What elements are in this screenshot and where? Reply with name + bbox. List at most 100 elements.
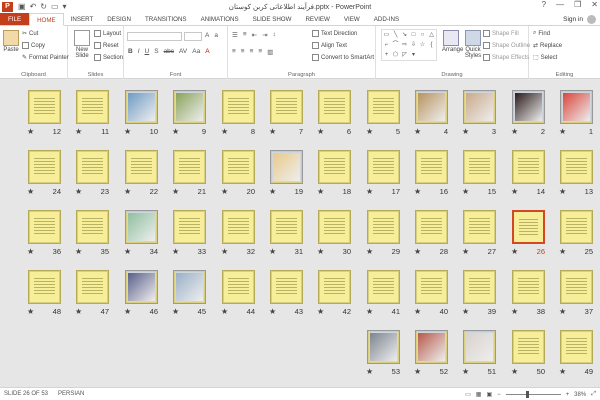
animation-star-icon[interactable]: ★ <box>511 367 518 376</box>
slide-thumbnail[interactable] <box>512 210 545 244</box>
animation-star-icon[interactable]: ★ <box>511 187 518 196</box>
animation-star-icon[interactable]: ★ <box>559 367 566 376</box>
slide-thumbnail[interactable] <box>76 210 109 244</box>
select-button[interactable]: ⬚ Select <box>533 54 557 62</box>
animation-star-icon[interactable]: ★ <box>269 307 276 316</box>
align-right-icon[interactable]: ≡ <box>250 48 254 56</box>
slide-thumbnail[interactable] <box>173 270 206 304</box>
justify-icon[interactable]: ≡ <box>258 48 262 56</box>
shape-rect-icon[interactable]: ▭ <box>382 30 391 40</box>
animation-star-icon[interactable]: ★ <box>462 307 469 316</box>
char-spacing-icon[interactable]: AV <box>179 48 187 55</box>
animation-star-icon[interactable]: ★ <box>221 187 228 196</box>
animation-star-icon[interactable]: ★ <box>414 247 421 256</box>
bullets-icon[interactable]: ☰ <box>232 31 238 39</box>
animation-star-icon[interactable]: ★ <box>559 307 566 316</box>
slide-thumbnail[interactable] <box>367 150 400 184</box>
tab-file[interactable]: FILE <box>0 13 30 25</box>
slide-thumbnail[interactable] <box>415 330 448 364</box>
quick-styles-button[interactable]: Quick Styles <box>463 30 483 59</box>
animation-star-icon[interactable]: ★ <box>317 307 324 316</box>
slide-thumbnail[interactable] <box>463 270 496 304</box>
help-button[interactable]: ? <box>542 0 546 9</box>
slide-thumbnail[interactable] <box>415 210 448 244</box>
tab-insert[interactable]: INSERT <box>64 13 101 25</box>
tab-design[interactable]: DESIGN <box>100 13 138 25</box>
shape-outline-button[interactable]: Shape Outline <box>483 42 530 49</box>
tab-view[interactable]: VIEW <box>337 13 367 25</box>
animation-star-icon[interactable]: ★ <box>366 307 373 316</box>
format-painter-button[interactable]: ✎ Format Painter <box>22 54 69 62</box>
slide-sorter[interactable]: ★ 1 ★ 2 ★ 3 ★ 4 ★ 5 ★ 6 ★ 7 ★ 8 ★ 9 ★ 10 ★ 11 ★ 12 ★ 13 ★ 14 ★ 15 ★ 16 ★… <box>0 80 600 387</box>
animation-star-icon[interactable]: ★ <box>75 247 82 256</box>
font-name-input[interactable] <box>127 32 182 41</box>
slide-thumbnail[interactable] <box>76 270 109 304</box>
animation-star-icon[interactable]: ★ <box>75 307 82 316</box>
shape-pentagon-icon[interactable]: ⬠ <box>391 50 400 60</box>
reset-button[interactable]: Reset <box>94 42 119 49</box>
animation-star-icon[interactable]: ★ <box>27 127 34 136</box>
slide-thumbnail[interactable] <box>76 150 109 184</box>
animation-star-icon[interactable]: ★ <box>124 247 131 256</box>
redo-icon[interactable]: ↻ <box>40 2 47 11</box>
animation-star-icon[interactable]: ★ <box>366 187 373 196</box>
slide-thumbnail[interactable] <box>560 90 593 124</box>
tab-transitions[interactable]: TRANSITIONS <box>138 13 194 25</box>
slide-thumbnail[interactable] <box>415 150 448 184</box>
layout-button[interactable]: Layout <box>94 30 121 37</box>
slide-thumbnail[interactable] <box>125 270 158 304</box>
shape-line-icon[interactable]: ╲ <box>391 30 400 40</box>
slide-thumbnail[interactable] <box>318 210 351 244</box>
slide-thumbnail[interactable] <box>415 90 448 124</box>
slide-thumbnail[interactable] <box>222 210 255 244</box>
tab-home[interactable]: HOME <box>29 13 64 26</box>
shape-callout-icon[interactable]: ◸ <box>400 50 409 60</box>
sign-in[interactable]: Sign in <box>563 13 596 26</box>
columns-icon[interactable]: ▥ <box>267 48 273 56</box>
animation-star-icon[interactable]: ★ <box>124 127 131 136</box>
underline-icon[interactable]: U <box>145 48 150 55</box>
grow-font-icon[interactable]: A <box>205 32 209 39</box>
zoom-level[interactable]: 38% <box>574 392 586 398</box>
find-button[interactable]: ⌕ Find <box>533 30 550 37</box>
shape-right-arrow-icon[interactable]: ⇨ <box>400 40 409 50</box>
slide-thumbnail[interactable] <box>173 150 206 184</box>
slide-thumbnail[interactable] <box>270 150 303 184</box>
shapes-gallery[interactable]: ▭ ╲ ↘ □ ○ △ ⌐ ⌒ ⇨ ⇩ ☆{ + ⬠ ◸ ▾ <box>381 29 437 61</box>
slide-thumbnail[interactable] <box>318 150 351 184</box>
animation-star-icon[interactable]: ★ <box>559 247 566 256</box>
shape-plus-icon[interactable]: + <box>382 50 391 60</box>
animation-star-icon[interactable]: ★ <box>172 247 179 256</box>
numbering-icon[interactable]: ≡ <box>243 31 247 39</box>
animation-star-icon[interactable]: ★ <box>462 367 469 376</box>
tab-slide-show[interactable]: SLIDE SHOW <box>246 13 299 25</box>
replace-button[interactable]: ⇄ Replace <box>533 42 562 50</box>
slide-thumbnail[interactable] <box>173 210 206 244</box>
slide-thumbnail[interactable] <box>512 150 545 184</box>
slide-thumbnail[interactable] <box>125 210 158 244</box>
animation-star-icon[interactable]: ★ <box>124 187 131 196</box>
slide-thumbnail[interactable] <box>512 330 545 364</box>
zoom-slider[interactable] <box>505 391 561 398</box>
copy-button[interactable]: Copy <box>22 42 45 49</box>
slide-thumbnail[interactable] <box>560 270 593 304</box>
line-spacing-icon[interactable]: ↕ <box>273 31 276 39</box>
font-size-input[interactable] <box>184 32 202 41</box>
animation-star-icon[interactable]: ★ <box>221 127 228 136</box>
slide-thumbnail[interactable] <box>560 330 593 364</box>
slide-thumbnail[interactable] <box>367 90 400 124</box>
sign-in-label[interactable]: Sign in <box>563 13 583 26</box>
shape-triangle-icon[interactable]: △ <box>427 30 436 40</box>
italic-icon[interactable]: I <box>138 48 140 55</box>
shape-fill-button[interactable]: Shape Fill <box>483 30 519 37</box>
shadow-icon[interactable]: S <box>154 48 158 55</box>
slide-thumbnail[interactable] <box>270 210 303 244</box>
animation-star-icon[interactable]: ★ <box>462 187 469 196</box>
animation-star-icon[interactable]: ★ <box>511 307 518 316</box>
zoom-in-button[interactable]: + <box>566 392 570 398</box>
animation-star-icon[interactable]: ★ <box>75 187 82 196</box>
animation-star-icon[interactable]: ★ <box>172 127 179 136</box>
animation-star-icon[interactable]: ★ <box>317 187 324 196</box>
animation-star-icon[interactable]: ★ <box>221 247 228 256</box>
animation-star-icon[interactable]: ★ <box>559 187 566 196</box>
